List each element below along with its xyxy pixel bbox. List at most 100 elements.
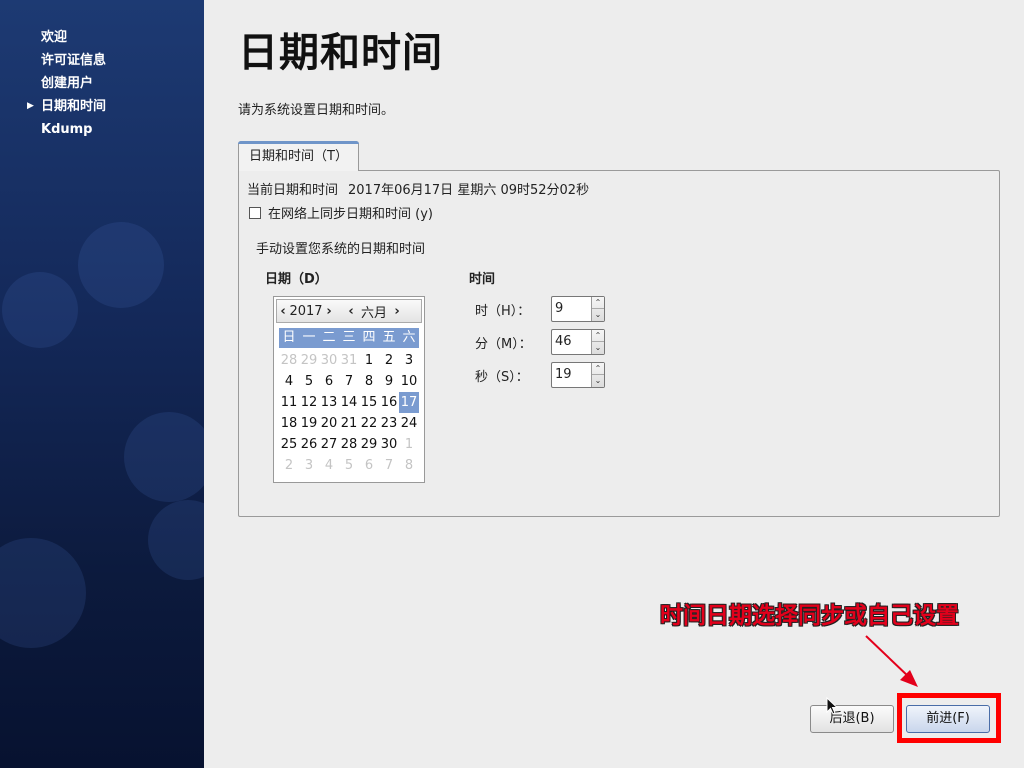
background-bubble: [148, 500, 204, 580]
date-section-label: 日期（D）: [265, 272, 328, 287]
calendar-day[interactable]: 5: [339, 455, 359, 476]
sidebar-item-label: 创建用户: [41, 76, 94, 91]
background-bubble: [0, 538, 86, 648]
calendar-day[interactable]: 28: [339, 434, 359, 455]
minute-row: 分（M）： 46 ⌃ ⌄: [475, 329, 605, 355]
calendar-day[interactable]: 22: [359, 413, 379, 434]
calendar-day[interactable]: 8: [359, 371, 379, 392]
network-sync-checkbox[interactable]: [249, 206, 261, 219]
intro-text: 请为系统设置日期和时间。: [238, 103, 395, 118]
calendar-day[interactable]: 2: [379, 350, 399, 371]
calendar-day[interactable]: 3: [399, 350, 419, 371]
spin-down-icon[interactable]: ⌄: [592, 309, 604, 321]
calendar-day[interactable]: 15: [359, 392, 379, 413]
calendar-week-row: 2345678: [279, 455, 419, 476]
highlight-box: [897, 693, 1001, 743]
calendar-day-selected[interactable]: 17: [399, 392, 419, 413]
calendar-day[interactable]: 6: [319, 371, 339, 392]
spin-up-icon[interactable]: ⌃: [592, 330, 604, 342]
hour-spinner[interactable]: 9 ⌃ ⌄: [551, 296, 605, 322]
calendar-day[interactable]: 12: [299, 392, 319, 413]
spin-down-icon[interactable]: ⌄: [592, 375, 604, 387]
calendar-day[interactable]: 19: [299, 413, 319, 434]
calendar-day[interactable]: 13: [319, 392, 339, 413]
second-value[interactable]: 19: [555, 367, 572, 382]
weekday-label: 三: [342, 330, 356, 345]
calendar-days: 28 29 30 31 1 2 3 4 5 6 7 8 9 10 11 12 13 14 15 16 17 18 19 20 2…: [279, 350, 419, 476]
calendar-day[interactable]: 14: [339, 392, 359, 413]
calendar-day[interactable]: 31: [339, 350, 359, 371]
calendar-day[interactable]: 21: [339, 413, 359, 434]
calendar-day[interactable]: 28: [279, 350, 299, 371]
annotation-text: 时间日期选择同步或自己设置: [660, 603, 959, 629]
calendar-day[interactable]: 18: [279, 413, 299, 434]
spin-up-icon[interactable]: ⌃: [592, 297, 604, 309]
sidebar-item-label: 日期和时间: [41, 99, 107, 114]
calendar-day[interactable]: 24: [399, 413, 419, 434]
date-time-panel: 当前日期和时间 2017年06月17日 星期六 09时52分02秒 在网络上同步日…: [238, 170, 1000, 517]
tab-date-time[interactable]: 日期和时间（T）: [238, 141, 359, 171]
spin-up-icon[interactable]: ⌃: [592, 363, 604, 375]
minute-label: 分（M）：: [475, 336, 532, 352]
background-bubble: [78, 222, 164, 308]
setup-steps-nav: 欢迎 许可证信息 创建用户 ▶ 日期和时间 Kdump: [0, 26, 204, 141]
calendar-day[interactable]: 27: [319, 434, 339, 455]
calendar-day[interactable]: 4: [279, 371, 299, 392]
annotation-arrow-icon: [865, 635, 918, 687]
network-sync-row[interactable]: 在网络上同步日期和时间 (y): [249, 203, 433, 222]
second-spinner[interactable]: 19 ⌃ ⌄: [551, 362, 605, 388]
hour-value[interactable]: 9: [555, 301, 563, 316]
weekday-label: 六: [402, 330, 416, 345]
second-row: 秒（S）： 19 ⌃ ⌄: [475, 362, 605, 388]
calendar-day[interactable]: 29: [359, 434, 379, 455]
back-button[interactable]: 后退(B): [810, 705, 894, 733]
sidebar-item-create-user: 创建用户: [0, 72, 204, 95]
calendar-day[interactable]: 30: [319, 350, 339, 371]
weekday-header: 日 一 二 三 四 五 六: [279, 328, 419, 348]
weekday-label: 一: [302, 330, 316, 345]
calendar-day[interactable]: 5: [299, 371, 319, 392]
background-bubble: [124, 412, 204, 502]
calendar-day[interactable]: 2: [279, 455, 299, 476]
calendar-day[interactable]: 23: [379, 413, 399, 434]
current-datetime-value: 2017年06月17日 星期六 09时52分02秒: [348, 183, 590, 198]
prev-month-icon[interactable]: ‹: [345, 304, 357, 319]
page-title: 日期和时间: [238, 30, 443, 76]
calendar-day[interactable]: 11: [279, 392, 299, 413]
weekday-label: 日: [282, 330, 296, 345]
calendar-day[interactable]: 1: [399, 434, 419, 455]
calendar-day[interactable]: 26: [299, 434, 319, 455]
sidebar-item-label: Kdump: [41, 122, 93, 137]
hour-row: 时（H）： 9 ⌃ ⌄: [475, 296, 605, 322]
calendar-day[interactable]: 16: [379, 392, 399, 413]
sidebar-item-kdump: Kdump: [0, 118, 204, 141]
spin-down-icon[interactable]: ⌄: [592, 342, 604, 354]
calendar-day[interactable]: 20: [319, 413, 339, 434]
calendar-day[interactable]: 7: [379, 455, 399, 476]
calendar-day[interactable]: 30: [379, 434, 399, 455]
calendar-day[interactable]: 7: [339, 371, 359, 392]
weekday-label: 二: [322, 330, 336, 345]
calendar-day[interactable]: 10: [399, 371, 419, 392]
network-sync-label[interactable]: 在网络上同步日期和时间 (y): [268, 203, 433, 222]
manual-setting-label: 手动设置您系统的日期和时间: [256, 242, 426, 257]
next-month-icon[interactable]: ›: [391, 304, 403, 319]
second-label: 秒（S）：: [475, 369, 529, 385]
calendar-day[interactable]: 1: [359, 350, 379, 371]
calendar-day[interactable]: 6: [359, 455, 379, 476]
minute-spinner[interactable]: 46 ⌃ ⌄: [551, 329, 605, 355]
calendar-day[interactable]: 9: [379, 371, 399, 392]
calendar-day[interactable]: 29: [299, 350, 319, 371]
calendar-week-row: 11 12 13 14 15 16 17: [279, 392, 419, 413]
prev-year-icon[interactable]: ‹: [277, 304, 289, 319]
sidebar-item-label: 许可证信息: [41, 53, 107, 68]
calendar-day[interactable]: 25: [279, 434, 299, 455]
calendar-day[interactable]: 8: [399, 455, 419, 476]
calendar-day[interactable]: 4: [319, 455, 339, 476]
calendar-day[interactable]: 3: [299, 455, 319, 476]
calendar-header: ‹ 2017 › ‹ 六月 ›: [276, 299, 422, 323]
minute-value[interactable]: 46: [555, 334, 572, 349]
sidebar-item-welcome: 欢迎: [0, 26, 204, 49]
sidebar-item-date-time: ▶ 日期和时间: [0, 95, 204, 118]
next-year-icon[interactable]: ›: [323, 304, 335, 319]
